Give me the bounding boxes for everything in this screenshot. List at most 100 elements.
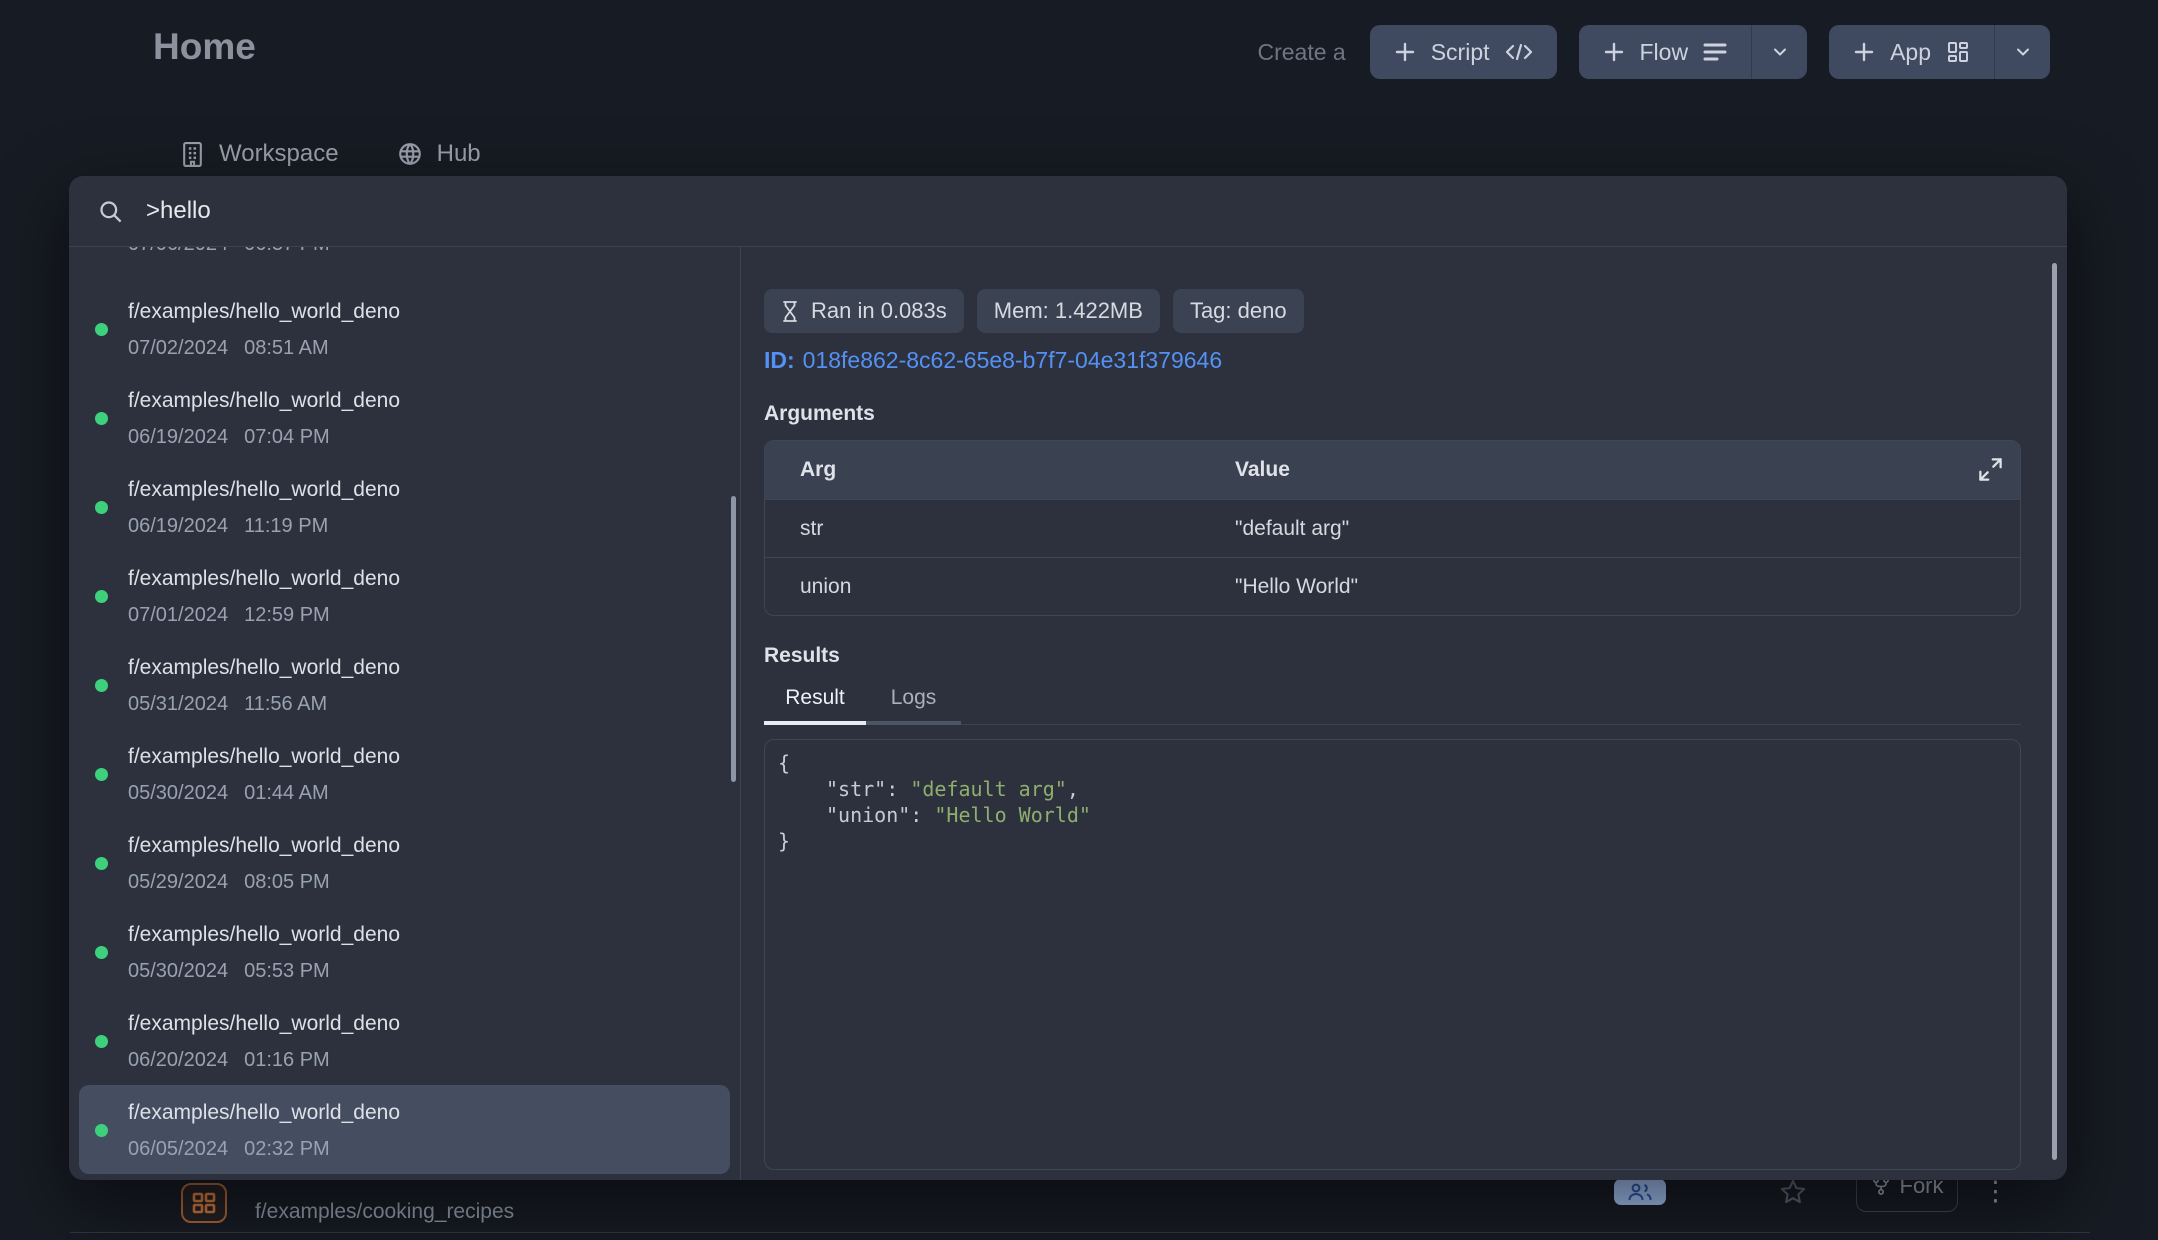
success-dot-icon (95, 412, 108, 425)
app-icon-cooking-recipes[interactable] (181, 1183, 227, 1223)
run-path: f/examples/hello_world_deno (128, 389, 400, 413)
create-flow-split-button: Flow (1579, 25, 1808, 79)
run-id-row: ID: 018fe862-8c62-65e8-b7f7-04e31f379646 (764, 347, 2067, 374)
list-item-run[interactable]: f/examples/hello_world_deno 05/30/2024 0… (79, 907, 730, 996)
run-path: f/examples/hello_world_deno (128, 300, 400, 324)
arguments-table-row: str "default arg" (765, 499, 2020, 557)
run-detail-panel: Ran in 0.083s Mem: 1.422MB Tag: deno ID:… (741, 247, 2067, 1180)
run-path: f/examples/hello_world_deno (128, 567, 400, 591)
more-options-icon[interactable]: ⋮ (1982, 1178, 2009, 1205)
tab-workspace[interactable]: Workspace (180, 140, 339, 168)
detail-panel-scrollbar[interactable] (2052, 263, 2057, 1160)
json-close-brace: } (778, 828, 2020, 854)
arguments-table-row: union "Hello World" (765, 557, 2020, 615)
shared-users-badge[interactable] (1614, 1179, 1666, 1205)
json-line: "union": "Hello World" (778, 802, 2020, 828)
run-time: 06:37 PM (244, 247, 330, 256)
create-app-dropdown-button[interactable] (1994, 25, 2050, 79)
run-time: 12:59 PM (244, 604, 330, 627)
arg-value: "default arg" (1200, 517, 2020, 541)
memory-badge: Mem: 1.422MB (977, 289, 1160, 333)
run-id-label: ID: (764, 347, 795, 373)
run-date: 06/19/2024 (128, 515, 228, 538)
search-input[interactable]: >hello (146, 197, 211, 225)
tab-result[interactable]: Result (764, 678, 866, 725)
create-script-button[interactable]: Script (1370, 25, 1557, 79)
building-icon (180, 141, 205, 168)
run-list: 07/06/2024 06:37 PM f/examples/hello_wor… (69, 247, 741, 1180)
create-flow-label: Flow (1640, 39, 1689, 66)
tab-logs[interactable]: Logs (866, 678, 961, 725)
run-path: f/examples/hello_world_deno (128, 834, 400, 858)
run-time: 08:51 AM (244, 337, 329, 360)
command-palette-modal: >hello 07/06/2024 06:37 PM f/examples/ (69, 176, 2067, 1180)
success-dot-icon (95, 323, 108, 336)
create-flow-button[interactable]: Flow (1579, 25, 1752, 79)
plus-icon (1394, 41, 1416, 63)
background-item-path[interactable]: f/examples/cooking_recipes (255, 1200, 514, 1224)
create-app-button[interactable]: App (1829, 25, 1994, 79)
run-time: 01:44 AM (244, 782, 329, 805)
run-date: 05/31/2024 (128, 693, 228, 716)
column-arg: Arg (765, 458, 1200, 482)
success-dot-icon (95, 1035, 108, 1048)
list-item-run[interactable]: f/examples/hello_world_deno 05/29/2024 0… (79, 818, 730, 907)
arg-value: "Hello World" (1200, 575, 2020, 599)
list-item-run[interactable]: f/examples/hello_world_deno 07/02/2024 0… (79, 284, 730, 373)
workspace-hub-tabs: Workspace Hub (180, 140, 481, 168)
arguments-title: Arguments (764, 402, 2067, 426)
run-list-scrollbar[interactable] (731, 496, 736, 782)
page-title: Home (153, 26, 256, 68)
run-date: 06/05/2024 (128, 1138, 228, 1161)
success-dot-icon (95, 501, 108, 514)
run-time: 11:56 AM (244, 693, 327, 716)
chevron-down-icon (1770, 42, 1790, 62)
create-flow-dropdown-button[interactable] (1751, 25, 1807, 79)
list-item-run[interactable]: f/examples/hello_world_deno 06/20/2024 0… (79, 996, 730, 1085)
plus-icon (1853, 41, 1875, 63)
json-line: "str": "default arg", (778, 776, 2020, 802)
globe-icon (397, 141, 423, 167)
list-item-run[interactable]: f/examples/hello_world_deno 07/01/2024 1… (79, 551, 730, 640)
json-open-brace: { (778, 750, 2020, 776)
list-item-run[interactable]: f/examples/hello_world_deno 06/19/2024 1… (79, 462, 730, 551)
tab-hub[interactable]: Hub (397, 140, 481, 168)
run-date: 05/30/2024 (128, 960, 228, 983)
arguments-table-header: Arg Value (765, 441, 2020, 499)
results-title: Results (764, 644, 2067, 668)
run-path: f/examples/hello_world_deno (128, 1101, 400, 1125)
create-script-button-main[interactable]: Script (1370, 25, 1557, 79)
success-dot-icon (95, 857, 108, 870)
run-date: 07/02/2024 (128, 337, 228, 360)
tab-workspace-label: Workspace (219, 140, 339, 168)
create-app-label: App (1890, 39, 1931, 66)
success-dot-icon (95, 1124, 108, 1137)
users-icon (1627, 1182, 1653, 1202)
search-bar[interactable]: >hello (69, 176, 2067, 247)
list-item-run[interactable]: f/examples/hello_world_deno 05/31/2024 1… (79, 640, 730, 729)
duration-badge: Ran in 0.083s (764, 289, 964, 333)
run-badges: Ran in 0.083s Mem: 1.422MB Tag: deno (764, 289, 2067, 333)
run-date: 06/20/2024 (128, 1049, 228, 1072)
success-dot-icon (95, 679, 108, 692)
run-id-value[interactable]: 018fe862-8c62-65e8-b7f7-04e31f379646 (803, 347, 1222, 373)
column-value: Value (1200, 458, 2020, 482)
run-time: 11:19 PM (244, 515, 328, 538)
list-item-run[interactable]: f/examples/hello_world_deno 05/30/2024 0… (79, 729, 730, 818)
create-app-split-button: App (1829, 25, 2050, 79)
tab-hub-label: Hub (437, 140, 481, 168)
list-item-clipped[interactable]: 07/06/2024 06:37 PM (79, 247, 730, 271)
expand-icon[interactable] (1977, 456, 2004, 483)
run-time: 08:05 PM (244, 871, 330, 894)
list-item-run[interactable]: f/examples/hello_world_deno 06/19/2024 0… (79, 373, 730, 462)
run-path: f/examples/hello_world_deno (128, 478, 400, 502)
success-dot-icon (95, 590, 108, 603)
success-dot-icon (95, 768, 108, 781)
run-date: 06/19/2024 (128, 426, 228, 449)
arg-name: str (765, 517, 1200, 541)
json-value: "Hello World" (934, 803, 1091, 827)
arguments-table: Arg Value str "default arg" (764, 440, 2021, 616)
favorite-star-icon[interactable] (1779, 1178, 1807, 1211)
list-item-run[interactable]: f/examples/hello_world_deno 06/05/2024 0… (79, 1085, 730, 1174)
run-date: 05/30/2024 (128, 782, 228, 805)
